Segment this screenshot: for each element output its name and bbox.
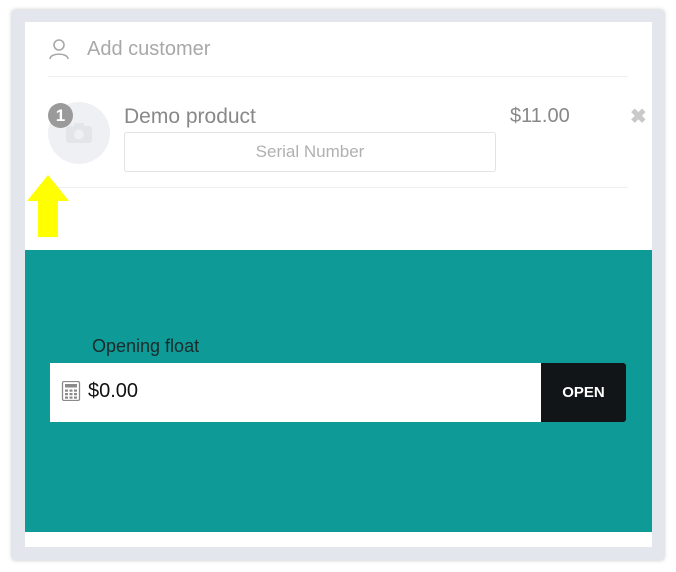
- opening-float-label: Opening float: [92, 336, 200, 356]
- product-name[interactable]: Demo product: [124, 105, 256, 129]
- add-customer-row[interactable]: Add customer: [48, 22, 628, 77]
- open-register-button[interactable]: OPEN: [541, 363, 626, 422]
- pos-panel: Add customer 1 Demo product Serial Numbe…: [25, 22, 652, 547]
- calculator-icon[interactable]: [61, 381, 81, 401]
- close-icon[interactable]: ✖: [630, 104, 647, 129]
- cart-item: 1 Demo product Serial Number $11.00 ✖: [48, 77, 647, 188]
- highlight-arrow-icon: [27, 175, 69, 237]
- add-customer-label: Add customer: [87, 37, 211, 60]
- opening-float-input[interactable]: $0.00: [50, 363, 541, 422]
- serial-number-input[interactable]: Serial Number: [124, 132, 496, 172]
- user-icon: [48, 38, 70, 60]
- opening-float-value: $0.00: [88, 380, 139, 402]
- quantity-badge: 1: [48, 103, 73, 128]
- opening-float-section: Opening float $0.00 OPEN: [25, 250, 652, 532]
- product-price: $11.00: [510, 105, 570, 127]
- camera-icon: [66, 123, 92, 143]
